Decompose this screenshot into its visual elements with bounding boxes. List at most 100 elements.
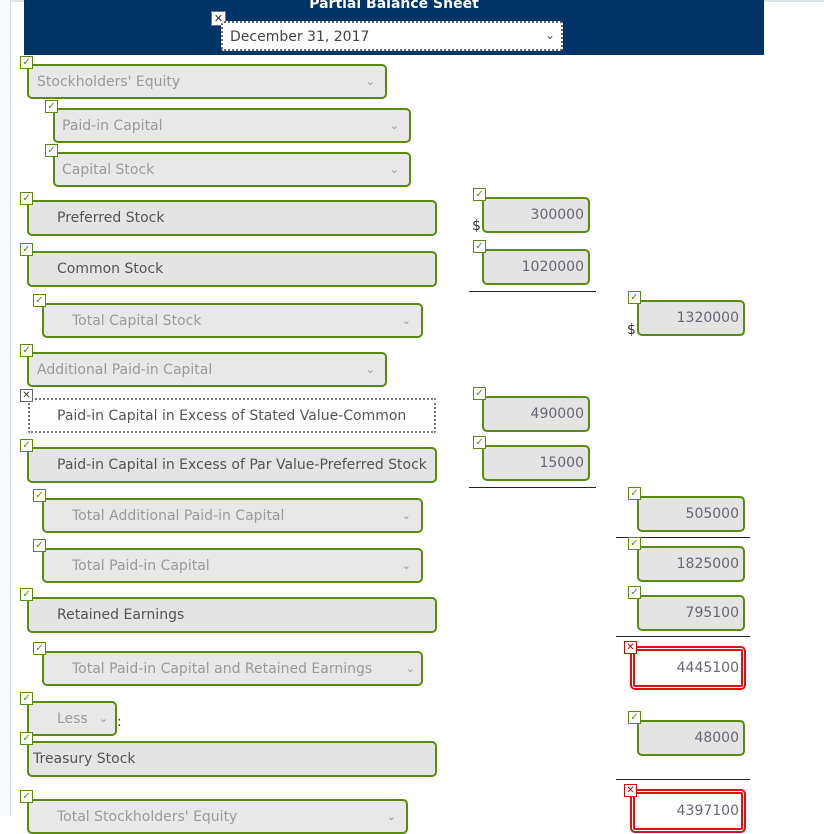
chevron-down-icon: ⌄: [98, 712, 108, 725]
input-value: Treasury Stock: [33, 751, 136, 767]
incorrect-mark-icon: ✕: [624, 784, 637, 797]
select-value: Total Paid-in Capital and Retained Earni…: [72, 661, 373, 677]
select-value: Additional Paid-in Capital: [37, 362, 213, 378]
chevron-down-icon: ⌄: [389, 163, 399, 176]
chevron-down-icon: ⌄: [401, 314, 411, 327]
correct-mark-icon: ✓: [20, 692, 33, 705]
amount-value: 795100: [685, 605, 739, 621]
chevron-down-icon: ⌄: [365, 75, 375, 88]
total-additional-paid-in-capital-select[interactable]: Total Additional Paid-in Capital ⌄: [42, 498, 423, 533]
treasury-stock-amount-input[interactable]: 48000: [637, 720, 745, 756]
page-title: Partial Balance Sheet: [309, 0, 479, 12]
total-paid-in-capital-and-retained-earnings-amount-input[interactable]: 4445100: [630, 646, 746, 690]
correct-mark-icon: ✓: [20, 243, 33, 256]
capital-stock-select[interactable]: Capital Stock ⌄: [53, 152, 411, 187]
subtotal-rule: [469, 291, 596, 292]
total-capital-stock-amount-input[interactable]: 1320000: [637, 300, 745, 336]
input-value: Preferred Stock: [57, 210, 165, 226]
input-value: Paid-in Capital in Excess of Stated Valu…: [57, 408, 407, 424]
paid-in-capital-excess-par-value-preferred-input[interactable]: Paid-in Capital in Excess of Par Value-P…: [27, 447, 437, 483]
stockholders-equity-select[interactable]: Stockholders' Equity ⌄: [27, 64, 387, 99]
preferred-stock-amount-input[interactable]: 300000: [482, 197, 590, 233]
correct-mark-icon: ✓: [33, 539, 46, 552]
chevron-down-icon: ⌄: [401, 559, 411, 572]
correct-mark-icon: ✓: [473, 387, 486, 400]
common-stock-input[interactable]: Common Stock: [27, 251, 437, 287]
less-colon: :: [117, 714, 122, 730]
subtotal-rule: [616, 636, 750, 637]
amount-value: 48000: [694, 730, 739, 746]
correct-mark-icon: ✓: [33, 489, 46, 502]
paid-in-capital-select[interactable]: Paid-in Capital ⌄: [53, 108, 411, 143]
correct-mark-icon: ✓: [20, 588, 33, 601]
correct-mark-icon: ✓: [628, 487, 641, 500]
select-value: Capital Stock: [62, 162, 155, 178]
total-stockholders-equity-amount-input[interactable]: 4397100: [630, 789, 746, 833]
select-value: Total Capital Stock: [72, 313, 202, 329]
date-select[interactable]: December 31, 2017 ⌄: [221, 21, 563, 51]
select-value: Total Stockholders' Equity: [57, 809, 238, 825]
chevron-down-icon: ⌄: [386, 810, 396, 823]
input-value: Common Stock: [57, 261, 164, 277]
excess-stated-value-amount-input[interactable]: 490000: [482, 396, 590, 432]
amount-value: 4397100: [676, 803, 739, 819]
additional-paid-in-capital-select[interactable]: Additional Paid-in Capital ⌄: [27, 352, 387, 387]
correct-mark-icon: ✓: [20, 192, 33, 205]
chevron-down-icon: ⌄: [389, 119, 399, 132]
amount-value: 15000: [539, 455, 584, 471]
incorrect-mark-icon: ✕: [624, 641, 637, 654]
chevron-down-icon: ⌄: [544, 28, 555, 42]
correct-mark-icon: ✓: [20, 732, 33, 745]
dollar-sign: $: [627, 322, 636, 338]
select-value: Less: [57, 711, 88, 727]
amount-value: 505000: [685, 506, 739, 522]
select-value: Stockholders' Equity: [37, 74, 181, 90]
amount-value: 1020000: [521, 259, 584, 275]
correct-mark-icon: ✓: [473, 188, 486, 201]
amount-value: 1825000: [676, 556, 739, 572]
chevron-down-icon: ⌄: [405, 662, 415, 675]
correct-mark-icon: ✓: [628, 711, 641, 724]
correct-mark-icon: ✓: [20, 790, 33, 803]
total-paid-in-capital-select[interactable]: Total Paid-in Capital ⌄: [42, 548, 423, 583]
select-value: Total Paid-in Capital: [72, 558, 210, 574]
amount-value: 4445100: [676, 660, 739, 676]
chevron-down-icon: ⌄: [401, 509, 411, 522]
total-stockholders-equity-select[interactable]: Total Stockholders' Equity ⌄: [27, 799, 408, 834]
date-select-value: December 31, 2017: [230, 29, 370, 45]
retained-earnings-amount-input[interactable]: 795100: [637, 595, 745, 631]
left-gutter: [0, 0, 11, 816]
retained-earnings-input[interactable]: Retained Earnings: [27, 597, 437, 633]
correct-mark-icon: ✓: [45, 144, 58, 157]
amount-value: 490000: [530, 406, 584, 422]
correct-mark-icon: ✓: [473, 436, 486, 449]
chevron-down-icon: ⌄: [365, 363, 375, 376]
input-value: Paid-in Capital in Excess of Par Value-P…: [57, 457, 427, 473]
paid-in-capital-excess-stated-value-common-input[interactable]: Paid-in Capital in Excess of Stated Valu…: [28, 398, 436, 433]
common-stock-amount-input[interactable]: 1020000: [482, 249, 590, 285]
treasury-stock-input[interactable]: Treasury Stock: [27, 741, 437, 777]
total-paid-in-capital-amount-input[interactable]: 1825000: [637, 546, 745, 582]
correct-mark-icon: ✓: [45, 100, 58, 113]
subtotal-rule: [616, 779, 750, 780]
less-select[interactable]: Less ⌄: [27, 701, 117, 736]
excess-par-value-amount-input[interactable]: 15000: [482, 445, 590, 481]
preferred-stock-input[interactable]: Preferred Stock: [27, 200, 437, 236]
correct-mark-icon: ✓: [33, 294, 46, 307]
correct-mark-icon: ✓: [473, 240, 486, 253]
subtotal-rule: [469, 487, 596, 488]
correct-mark-icon: ✓: [33, 642, 46, 655]
total-capital-stock-select[interactable]: Total Capital Stock ⌄: [42, 303, 423, 338]
total-paid-in-capital-and-retained-earnings-select[interactable]: Total Paid-in Capital and Retained Earni…: [42, 651, 423, 686]
correct-mark-icon: ✓: [628, 586, 641, 599]
correct-mark-icon: ✓: [20, 56, 33, 69]
dollar-sign: $: [472, 218, 481, 234]
amount-value: 1320000: [676, 310, 739, 326]
total-additional-paid-in-capital-amount-input[interactable]: 505000: [637, 496, 745, 532]
input-value: Retained Earnings: [57, 607, 185, 623]
select-value: Paid-in Capital: [62, 118, 163, 134]
select-value: Total Additional Paid-in Capital: [72, 508, 285, 524]
correct-mark-icon: ✓: [628, 291, 641, 304]
correct-mark-icon: ✓: [628, 537, 641, 550]
incorrect-mark-icon: ✕: [20, 389, 33, 402]
